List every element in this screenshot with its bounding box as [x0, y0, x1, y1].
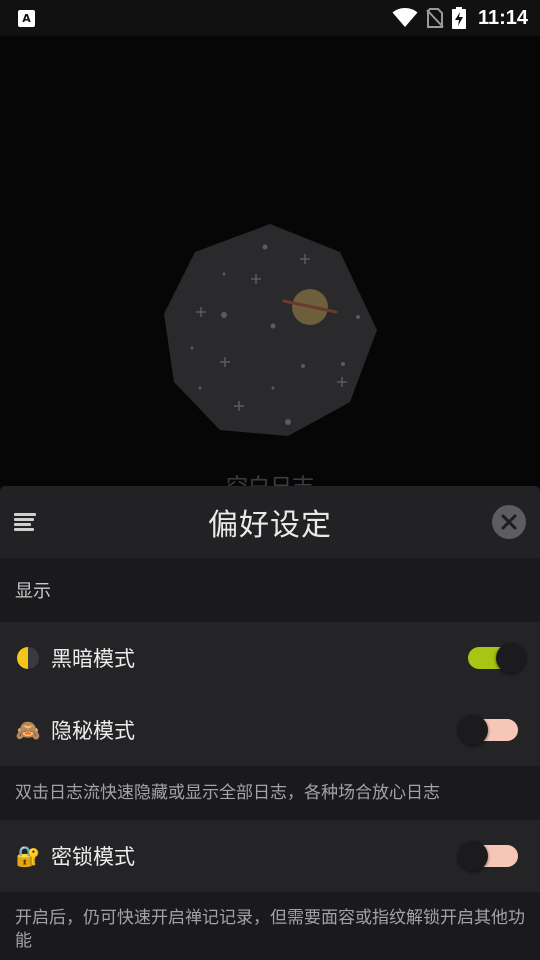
empty-journal-caption: 空白日志: [0, 469, 540, 486]
privacy-mode-toggle[interactable]: [458, 715, 518, 745]
setting-privacy-mode[interactable]: 🙈 隐秘模式: [0, 694, 540, 766]
section-display-label: 显示: [0, 558, 540, 622]
wifi-icon: [392, 8, 418, 28]
dark-mode-toggle[interactable]: [468, 643, 526, 673]
setting-lock-mode[interactable]: 🔐 密锁模式: [0, 820, 540, 892]
privacy-mode-description: 双击日志流快速隐藏或显示全部日志，各种场合放心日志: [0, 766, 540, 820]
dark-mode-label: 黑暗模式: [51, 647, 135, 671]
journal-background: 空白日志: [0, 36, 540, 486]
lock-with-key-icon: 🔐: [15, 844, 41, 868]
lock-mode-label: 密锁模式: [51, 845, 135, 869]
sheet-title: 偏好设定: [208, 508, 332, 543]
privacy-mode-label: 隐秘模式: [51, 719, 135, 743]
status-bar: A 11:14: [0, 0, 540, 36]
close-icon: [501, 514, 517, 530]
preferences-sheet: 偏好设定 显示 黑暗模式 🙈 隐秘模式 双击日志流快速隐藏或显示全部日志，各种场…: [0, 486, 540, 960]
lock-mode-description: 开启后，仍可快速开启禅记记录，但需要面容或指纹解锁开启其他功能: [0, 892, 540, 960]
battery-charging-icon: [451, 7, 466, 29]
planet-octagon-illustration: [160, 222, 380, 446]
status-time: 11:14: [477, 6, 528, 29]
app-notification-icon: A: [18, 9, 35, 27]
no-sim-icon: [426, 8, 444, 28]
setting-dark-mode[interactable]: 黑暗模式: [0, 622, 540, 694]
menu-icon[interactable]: [14, 513, 36, 531]
sheet-header: 偏好设定: [0, 486, 540, 558]
close-button[interactable]: [492, 505, 526, 539]
lock-mode-toggle[interactable]: [458, 841, 518, 871]
half-moon-icon: [15, 645, 41, 671]
see-no-evil-monkey-icon: 🙈: [15, 718, 41, 742]
